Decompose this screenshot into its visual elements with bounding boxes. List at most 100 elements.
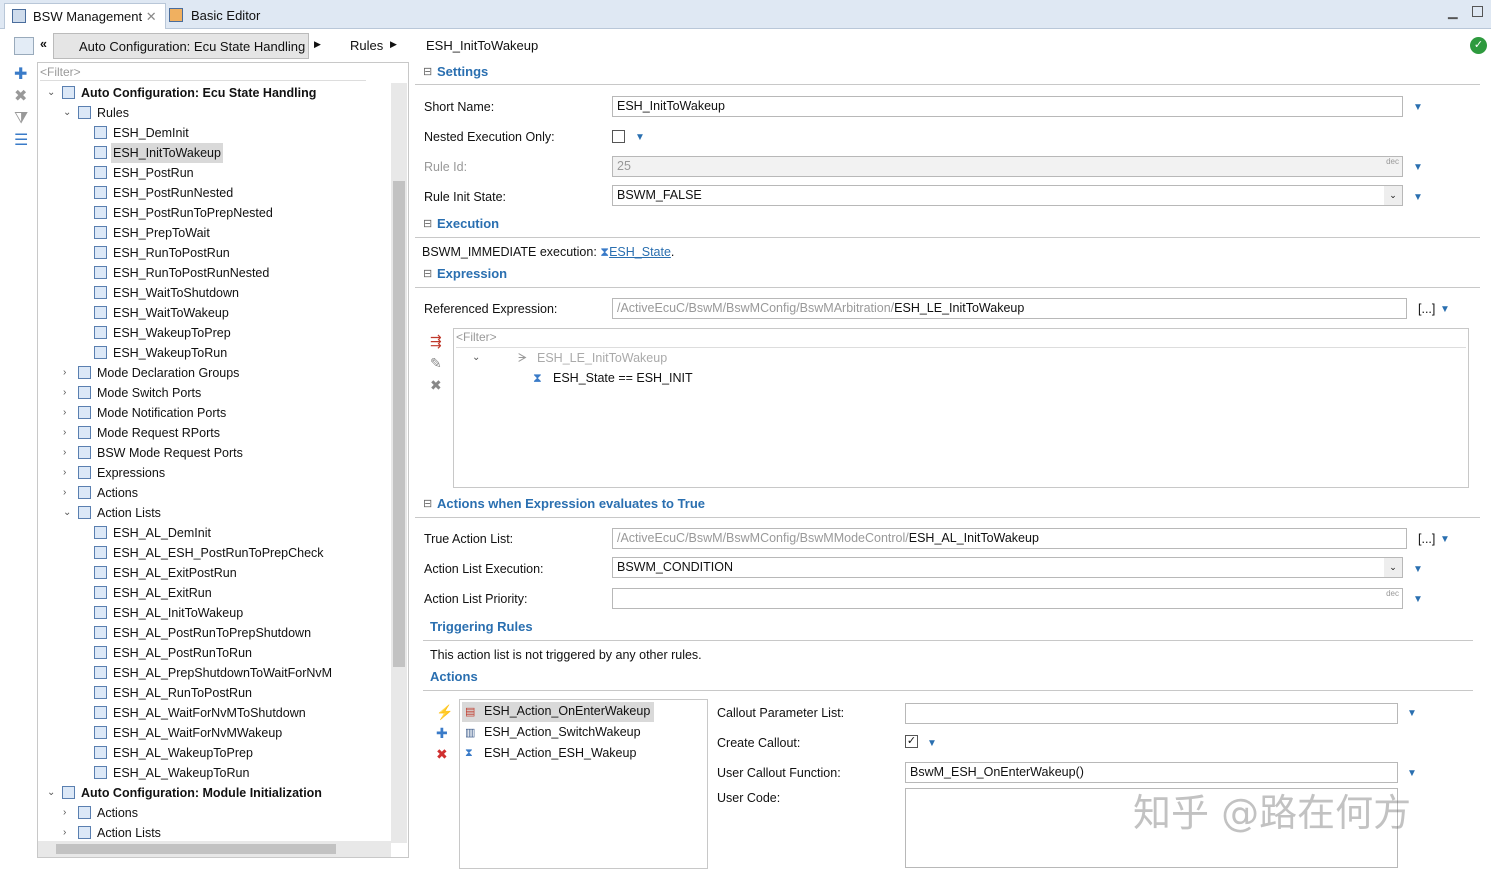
tree-item[interactable]: ESH_AL_DemInit bbox=[94, 523, 213, 543]
add-action-icon[interactable]: ⚡ bbox=[436, 702, 453, 723]
tree-item[interactable]: ESH_RunToPostRunNested bbox=[94, 263, 271, 283]
dropdown-arrow-icon[interactable]: ▼ bbox=[1407, 768, 1417, 779]
tree-item[interactable]: ⌄ Auto Configuration: Ecu State Handling bbox=[47, 83, 318, 103]
esh-state-link[interactable]: ESH_State bbox=[609, 245, 671, 259]
tree-item[interactable]: ESH_AL_ExitRun bbox=[94, 583, 214, 603]
tree-item[interactable]: ESH_PrepToWait bbox=[94, 223, 212, 243]
tree-item[interactable]: ESH_AL_PostRunToRun bbox=[94, 643, 254, 663]
breadcrumb-item[interactable]: Auto Configuration: Ecu State Handling bbox=[53, 33, 309, 59]
tree-node-root[interactable]: ESH_LE_InitToWakeup bbox=[537, 351, 667, 365]
dropdown-arrow-icon[interactable]: ▼ bbox=[1407, 708, 1417, 719]
chevron-down-icon[interactable]: ⌄ bbox=[1384, 558, 1402, 577]
tree-item[interactable]: ESH_AL_ExitPostRun bbox=[94, 563, 239, 583]
dropdown-arrow-icon[interactable]: ▼ bbox=[1413, 162, 1423, 173]
tree-horizontal-scrollbar[interactable] bbox=[38, 841, 391, 857]
tree-item[interactable]: ESH_WakeupToPrep bbox=[94, 323, 233, 343]
add-icon[interactable]: ✚ bbox=[436, 723, 453, 744]
chevron-down-icon[interactable]: ⌄ bbox=[63, 103, 71, 123]
collapse-icon[interactable]: ⊟ bbox=[423, 217, 432, 230]
callout-parameter-input[interactable] bbox=[905, 703, 1398, 724]
chevron-right-icon[interactable]: › bbox=[63, 383, 66, 403]
chevron-right-icon[interactable]: › bbox=[63, 443, 66, 463]
tree-item[interactable]: ⌄ Auto Configuration: Module Initializati… bbox=[47, 783, 324, 803]
tree-item[interactable]: ESH_AL_RunToPostRun bbox=[94, 683, 254, 703]
validation-ok-icon[interactable]: ✓ bbox=[1470, 37, 1487, 54]
dropdown-arrow-icon[interactable]: ▼ bbox=[927, 738, 937, 749]
action-list-priority-input[interactable]: dec bbox=[612, 588, 1403, 609]
breadcrumb-item[interactable]: ESH_InitToWakeup bbox=[406, 33, 538, 59]
chevron-right-icon[interactable]: › bbox=[63, 803, 66, 823]
close-icon[interactable]: ✕ bbox=[146, 9, 157, 24]
back-chevrons-icon[interactable]: « bbox=[40, 37, 47, 51]
delete-icon[interactable]: ✖ bbox=[430, 374, 442, 396]
tree-item[interactable]: ⌄ Action Lists bbox=[63, 503, 163, 523]
dropdown-arrow-icon[interactable]: ▼ bbox=[1413, 564, 1423, 575]
tree-item[interactable]: ESH_PostRun bbox=[94, 163, 196, 183]
list-item[interactable]: ESH_Action_OnEnterWakeup bbox=[462, 702, 655, 722]
list-icon[interactable]: ☰ bbox=[14, 130, 28, 152]
tree-node-condition[interactable]: ESH_State == ESH_INIT bbox=[553, 371, 693, 385]
chevron-right-icon[interactable]: › bbox=[63, 423, 66, 443]
tree-item[interactable]: ESH_RunToPostRun bbox=[94, 243, 232, 263]
tree-item[interactable]: › Action Lists bbox=[63, 823, 163, 843]
dropdown-arrow-icon[interactable]: ▼ bbox=[1413, 102, 1423, 113]
expression-filter-input[interactable]: <Filter> bbox=[456, 330, 1466, 348]
tree-filter-input[interactable]: <Filter> bbox=[40, 65, 366, 81]
tree-item[interactable]: ESH_PostRunToPrepNested bbox=[94, 203, 275, 223]
dropdown-arrow-icon[interactable]: ▼ bbox=[1413, 594, 1423, 605]
tree-item[interactable]: ESH_WaitToShutdown bbox=[94, 283, 241, 303]
tree-item[interactable]: ESH_AL_WakeupToRun bbox=[94, 763, 251, 783]
minimize-icon[interactable]: ▁ bbox=[1448, 4, 1458, 19]
delete-icon[interactable]: ✖ bbox=[436, 744, 453, 765]
chevron-right-icon[interactable]: › bbox=[63, 483, 66, 503]
action-list-execution-select[interactable]: BSWM_CONDITION ⌄ bbox=[612, 557, 1403, 578]
add-icon[interactable]: ✚ bbox=[14, 64, 28, 86]
chevron-right-icon[interactable]: › bbox=[63, 823, 66, 843]
tree-item[interactable]: ESH_WaitToWakeup bbox=[94, 303, 231, 323]
browse-button[interactable]: [...] bbox=[1418, 302, 1435, 316]
filter-icon[interactable]: ⧩ bbox=[14, 108, 28, 130]
tree-item[interactable]: › Mode Notification Ports bbox=[63, 403, 228, 423]
tree-item[interactable]: › Mode Switch Ports bbox=[63, 383, 203, 403]
add-expression-icon[interactable]: ⇶ bbox=[430, 330, 442, 352]
dropdown-arrow-icon[interactable]: ▼ bbox=[1413, 192, 1423, 203]
collapse-icon[interactable]: ⊟ bbox=[423, 497, 432, 510]
tree-item[interactable]: ⌄ Rules bbox=[63, 103, 131, 123]
referenced-expression-input[interactable]: /ActiveEcuC/BswM/BswMConfig/BswMArbitrat… bbox=[612, 298, 1407, 319]
true-action-list-input[interactable]: /ActiveEcuC/BswM/BswMConfig/BswMModeCont… bbox=[612, 528, 1407, 549]
tree-item[interactable]: ESH_PostRunNested bbox=[94, 183, 235, 203]
chevron-down-icon[interactable]: ⌄ bbox=[47, 783, 55, 803]
tab-basic-editor[interactable]: Basic Editor bbox=[163, 3, 268, 29]
tree-item[interactable]: ESH_AL_InitToWakeup bbox=[94, 603, 245, 623]
list-item[interactable]: ESH_Action_SwitchWakeup bbox=[462, 723, 645, 743]
short-name-input[interactable]: ESH_InitToWakeup bbox=[612, 96, 1403, 117]
user-callout-function-input[interactable]: BswM_ESH_OnEnterWakeup() bbox=[905, 762, 1398, 783]
tree-item[interactable]: ESH_AL_PrepShutdownToWaitForNvM bbox=[94, 663, 334, 683]
tree-item[interactable]: ESH_InitToWakeup bbox=[94, 143, 223, 163]
scrollbar-thumb[interactable] bbox=[393, 181, 405, 667]
nested-execution-checkbox[interactable] bbox=[612, 130, 625, 143]
tree-item[interactable]: ESH_AL_PostRunToPrepShutdown bbox=[94, 623, 313, 643]
tree-item[interactable]: ESH_WakeupToRun bbox=[94, 343, 229, 363]
chevron-right-icon[interactable]: › bbox=[63, 463, 66, 483]
scrollbar-thumb[interactable] bbox=[56, 844, 336, 854]
edit-icon[interactable]: ✎ bbox=[430, 352, 442, 374]
chevron-down-icon[interactable]: ⌄ bbox=[63, 503, 71, 523]
browse-button[interactable]: [...] bbox=[1418, 532, 1435, 546]
tab-bsw-management[interactable]: BSW Management ✕ bbox=[4, 3, 166, 29]
create-callout-checkbox[interactable]: ✓ bbox=[905, 735, 918, 748]
delete-icon[interactable]: ✖ bbox=[14, 86, 28, 108]
chevron-right-icon[interactable]: › bbox=[63, 363, 66, 383]
tree-vertical-scrollbar[interactable] bbox=[391, 83, 407, 843]
tree-item[interactable]: ESH_AL_ESH_PostRunToPrepCheck bbox=[94, 543, 326, 563]
collapse-icon[interactable]: ⊟ bbox=[423, 65, 432, 78]
dropdown-arrow-icon[interactable]: ▼ bbox=[1440, 534, 1450, 545]
tree-item[interactable]: ESH_DemInit bbox=[94, 123, 191, 143]
collapse-icon[interactable]: ⊟ bbox=[423, 267, 432, 280]
rule-init-state-select[interactable]: BSWM_FALSE ⌄ bbox=[612, 185, 1403, 206]
tree-item[interactable]: ESH_AL_WaitForNvMWakeup bbox=[94, 723, 284, 743]
tree-item[interactable]: › BSW Mode Request Ports bbox=[63, 443, 245, 463]
chevron-right-icon[interactable]: › bbox=[63, 403, 66, 423]
dropdown-arrow-icon[interactable]: ▼ bbox=[1440, 304, 1450, 315]
maximize-icon[interactable] bbox=[1472, 6, 1483, 17]
